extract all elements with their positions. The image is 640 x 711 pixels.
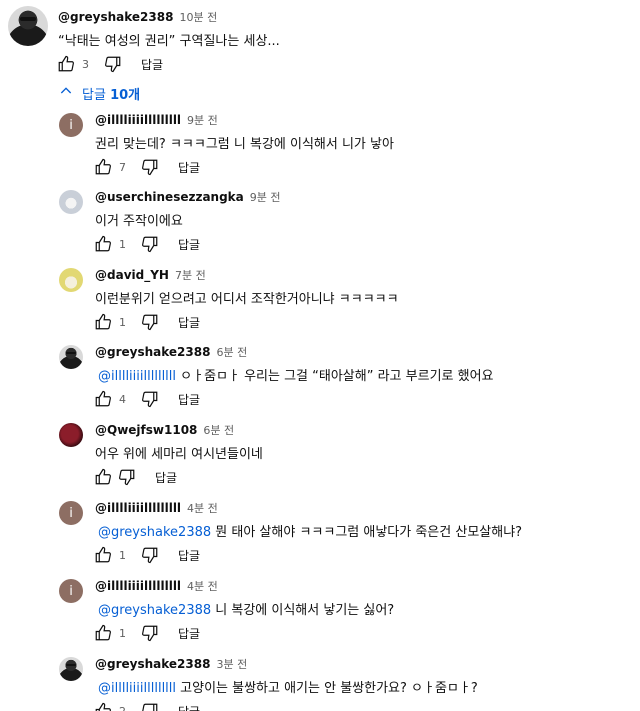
avatar[interactable] [8,6,48,46]
reply-author[interactable]: @david_YH [95,268,169,282]
reply-actions: 2 답글 [91,699,200,711]
like-count: 1 [119,237,126,251]
like-icon[interactable] [91,465,115,489]
reply-author[interactable]: @userchinesezzangka [95,190,244,204]
like-icon[interactable] [91,310,115,334]
reply-button[interactable]: 답글 [178,314,200,331]
reply-actions: 1 답글 [91,232,200,256]
dislike-icon[interactable] [138,699,162,711]
reply-author[interactable]: @greyshake2388 [95,657,210,671]
reply-actions: 답글 [91,465,177,489]
avatar[interactable] [59,268,83,292]
mention-link[interactable]: @greyshake2388 [98,603,211,618]
comment-actions: 3 답글 [54,52,163,76]
reply-author[interactable]: @illlliiiilllllllll [95,579,181,593]
reply-author[interactable]: @greyshake2388 [95,345,210,359]
comment-text: “낙태는 여성의 권리” 구역질나는 세상... [58,34,280,49]
like-count: 1 [119,548,126,562]
dislike-icon[interactable] [138,387,162,411]
like-icon[interactable] [91,387,115,411]
mention-link[interactable]: @greyshake2388 [98,525,211,540]
like-icon[interactable] [91,232,115,256]
like-icon[interactable] [54,52,78,76]
reply-button[interactable]: 답글 [178,236,200,253]
reply-item: i @illlliiiilllllllll 9분 전 권리 맞는데? ㅋㅋㅋ그럼… [0,107,640,185]
like-count: 7 [119,160,126,174]
comment-author[interactable]: @greyshake2388 [58,10,173,24]
like-count: 4 [119,392,126,406]
reply-item: @greyshake2388 6분 전 @illlliiiilllllllll … [0,339,640,417]
reply-text: 권리 맞는데? ㅋㅋㅋ그럼 니 복강에 이식해서 니가 낳아 [95,137,394,152]
reply-text: 어우 위에 세마리 여시년들이네 [95,447,263,462]
like-count: 1 [119,315,126,329]
avatar[interactable]: i [59,501,83,525]
reply-text: @greyshake2388 니 복강에 이식해서 낳기는 싫어? [98,603,395,618]
avatar[interactable] [59,657,83,681]
like-icon[interactable] [91,543,115,567]
replies-toggle-label: 답글 [82,87,106,103]
reply-actions: 1 답글 [91,310,200,334]
reply-text: @illlliiiilllllllll 고양이는 불쌍하고 애기는 안 불쌍한가… [98,681,478,696]
reply-button[interactable]: 답글 [178,625,200,642]
reply-actions: 7 답글 [91,155,200,179]
reply-author[interactable]: @illlliiiilllllllll [95,113,181,127]
reply-item: i @illlliiiilllllllll 4분 전 @greyshake238… [0,573,640,651]
like-count: 1 [119,626,126,640]
avatar[interactable]: i [59,579,83,603]
reply-button[interactable]: 답글 [178,159,200,176]
reply-time[interactable]: 9분 전 [250,189,281,205]
reply-text: @illlliiiilllllllll ㅇㅏ줌ㅁㅏ 우리는 그걸 “태아살해” … [98,369,494,384]
reply-actions: 4 답글 [91,387,200,411]
dislike-icon[interactable] [138,310,162,334]
reply-button[interactable]: 답글 [155,469,177,486]
mention-link[interactable]: @illlliiiilllllllll [98,681,176,696]
reply-author[interactable]: @Qwejfsw1108 [95,423,197,437]
dislike-icon[interactable] [138,543,162,567]
reply-item: @david_YH 7분 전 이런분위기 얻으려고 어디서 조작한거아니냐 ㅋㅋ… [0,262,640,340]
mention-link[interactable]: @illlliiiilllllllll [98,369,176,384]
dislike-icon[interactable] [138,232,162,256]
dislike-icon[interactable] [138,155,162,179]
reply-time[interactable]: 6분 전 [216,344,247,360]
reply-button[interactable]: 답글 [141,56,163,73]
reply-actions: 1 답글 [91,543,200,567]
reply-text: 이거 주작이에요 [95,214,183,229]
dislike-icon[interactable] [138,621,162,645]
avatar[interactable]: i [59,113,83,137]
reply-time[interactable]: 3분 전 [216,656,247,672]
reply-button[interactable]: 답글 [178,391,200,408]
avatar[interactable] [59,345,83,369]
dislike-icon[interactable] [101,52,125,76]
replies-count: 10개 [110,87,141,103]
reply-item: @greyshake2388 3분 전 @illlliiiilllllllll … [0,651,640,711]
reply-author[interactable]: @illlliiiilllllllll [95,501,181,515]
reply-text: 이런분위기 얻으려고 어디서 조작한거아니냐 ㅋㅋㅋㅋㅋ [95,292,399,307]
avatar[interactable] [59,190,83,214]
reply-item: i @illlliiiilllllllll 4분 전 @greyshake238… [0,495,640,573]
replies-toggle-button[interactable]: 답글 10개 [58,81,140,105]
reply-button[interactable]: 답글 [178,703,200,711]
reply-time[interactable]: 9분 전 [187,112,218,128]
avatar[interactable] [59,423,83,447]
top-comment: @greyshake2388 10분 전 “낙태는 여성의 권리” 구역질나는 … [0,0,640,80]
dislike-icon[interactable] [115,465,139,489]
reply-time[interactable]: 6분 전 [203,422,234,438]
chevron-up-icon [58,83,74,103]
reply-item: @userchinesezzangka 9분 전 이거 주작이에요 1 답글 [0,184,640,262]
like-icon[interactable] [91,699,115,711]
reply-time[interactable]: 4분 전 [187,500,218,516]
like-count: 3 [82,57,89,71]
reply-time[interactable]: 4분 전 [187,578,218,594]
reply-time[interactable]: 7분 전 [175,267,206,283]
like-icon[interactable] [91,621,115,645]
comment-time[interactable]: 10분 전 [179,9,217,25]
reply-text: @greyshake2388 뭔 태아 살해야 ㅋㅋㅋ그럼 애낳다가 죽은건 산… [98,525,523,540]
like-count: 2 [119,704,126,711]
reply-item: @Qwejfsw1108 6분 전 어우 위에 세마리 여시년들이네 답글 [0,417,640,495]
reply-actions: 1 답글 [91,621,200,645]
like-icon[interactable] [91,155,115,179]
reply-button[interactable]: 답글 [178,547,200,564]
